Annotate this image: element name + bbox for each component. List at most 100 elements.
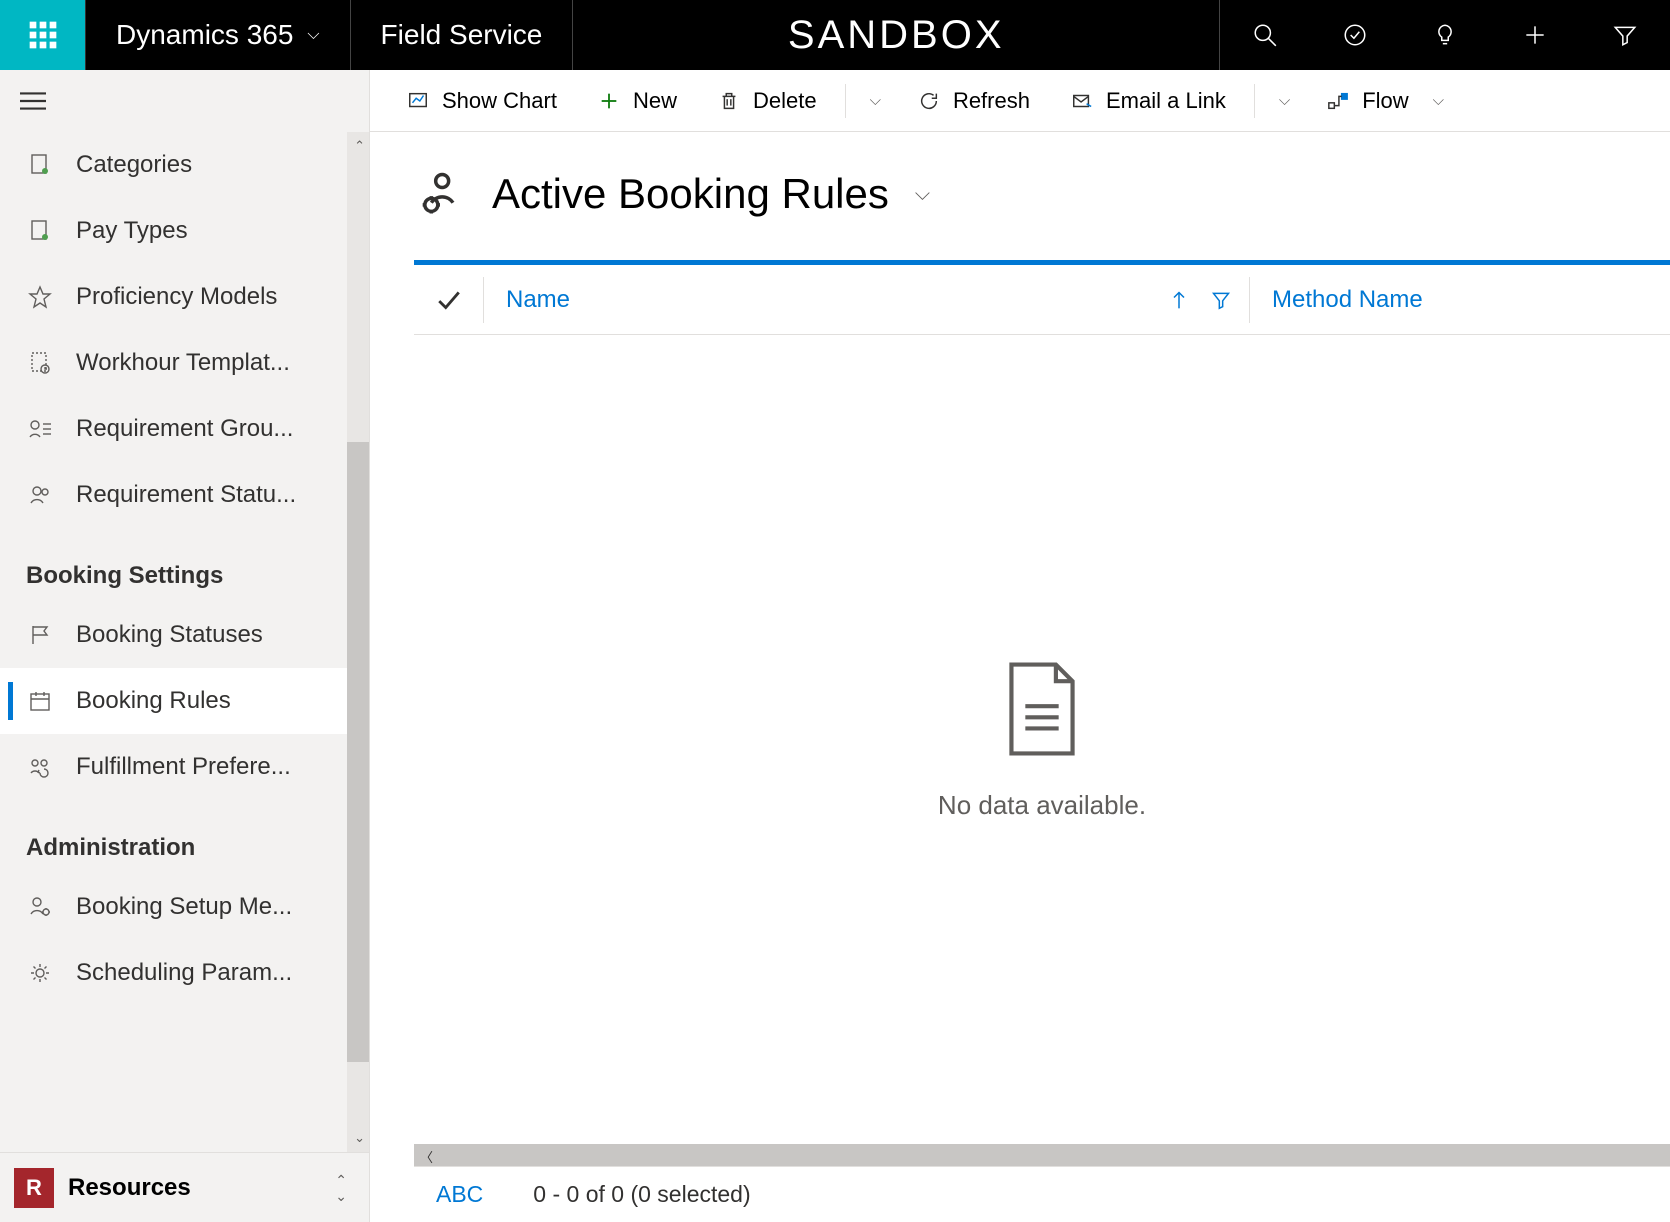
sidebar-item-label: Categories — [76, 151, 192, 179]
sidebar-item-label: Booking Rules — [76, 687, 231, 715]
command-bar: Show Chart New Delete ⌵ Refresh Email a … — [370, 70, 1670, 132]
grid-header-row: Name Method Name — [414, 265, 1670, 335]
email-link-dropdown[interactable]: ⌵ — [1267, 92, 1302, 109]
environment-label: SANDBOX — [573, 0, 1220, 70]
help-button[interactable] — [1400, 0, 1490, 70]
doc-person-icon — [26, 151, 54, 179]
record-count: 0 - 0 of 0 (0 selected) — [533, 1181, 750, 1208]
area-label: Resources — [68, 1174, 321, 1202]
content-area: Show Chart New Delete ⌵ Refresh Email a … — [370, 70, 1670, 1222]
flow-icon — [1326, 89, 1350, 113]
top-navbar: Dynamics 365 ⌵ Field Service SANDBOX — [0, 0, 1670, 70]
calendar-icon — [26, 687, 54, 715]
show-chart-button[interactable]: Show Chart — [390, 82, 573, 120]
sidebar-item-label: Requirement Statu... — [76, 481, 296, 509]
plus-icon — [597, 89, 621, 113]
email-icon — [1070, 89, 1094, 113]
nav-scroll: Categories Pay Types Proficiency Models … — [0, 132, 369, 1152]
sidebar-item-label: Workhour Templat... — [76, 349, 290, 377]
sidebar-item-label: Pay Types — [76, 217, 188, 245]
alpha-filter[interactable]: ABC — [436, 1181, 483, 1208]
grid-body: No data available. — [414, 335, 1670, 1144]
sidebar: Categories Pay Types Proficiency Models … — [0, 70, 370, 1222]
lightbulb-icon — [1432, 22, 1458, 48]
chart-icon — [406, 89, 430, 113]
select-all-checkbox[interactable] — [414, 277, 484, 323]
area-switcher[interactable]: R Resources ⌃⌄ — [0, 1152, 369, 1222]
sidebar-item-workhour-templates[interactable]: Workhour Templat... — [0, 330, 369, 396]
top-icon-bar — [1220, 0, 1670, 70]
new-button[interactable]: New — [581, 82, 693, 120]
sidebar-item-label: Requirement Grou... — [76, 415, 293, 443]
sidebar-scrollbar[interactable]: ⌃ ⌄ — [347, 132, 369, 1152]
grid-footer: ABC 0 - 0 of 0 (0 selected) — [414, 1166, 1670, 1222]
empty-document-icon — [997, 659, 1087, 764]
chevron-down-icon: ⌵ — [1421, 92, 1456, 109]
plus-icon — [1522, 22, 1548, 48]
area-arrows-icon: ⌃⌄ — [335, 1173, 347, 1203]
hamburger-icon — [20, 91, 46, 111]
sidebar-item-requirement-statuses[interactable]: Requirement Statu... — [0, 462, 369, 528]
chevron-down-icon: ⌵ — [307, 26, 319, 44]
delete-button[interactable]: Delete — [701, 82, 833, 120]
app-name-label: Dynamics 365 — [116, 19, 293, 51]
people-sync-icon — [26, 753, 54, 781]
column-header-method-name[interactable]: Method Name — [1250, 286, 1670, 314]
sidebar-item-proficiency-models[interactable]: Proficiency Models — [0, 264, 369, 330]
chevron-down-icon[interactable]: ⌵ — [915, 183, 930, 206]
filter-icon — [1612, 22, 1638, 48]
data-grid: Name Method Name No data available. 〈 — [414, 260, 1670, 1222]
search-button[interactable] — [1220, 0, 1310, 70]
sidebar-item-label: Booking Setup Me... — [76, 893, 292, 921]
nav-group-administration: Administration — [0, 800, 369, 874]
sidebar-item-pay-types[interactable]: Pay Types — [0, 198, 369, 264]
column-sort-controls — [1169, 277, 1250, 323]
checkmark-icon — [436, 289, 462, 311]
gear-icon — [26, 959, 54, 987]
task-check-icon — [1342, 22, 1368, 48]
sidebar-item-booking-rules[interactable]: Booking Rules — [0, 668, 369, 734]
area-badge: R — [14, 1168, 54, 1208]
flag-icon — [26, 621, 54, 649]
refresh-icon — [917, 89, 941, 113]
sidebar-item-fulfillment-preferences[interactable]: Fulfillment Prefere... — [0, 734, 369, 800]
sidebar-item-label: Scheduling Param... — [76, 959, 292, 987]
flow-button[interactable]: Flow ⌵ — [1310, 82, 1472, 120]
sidebar-item-booking-statuses[interactable]: Booking Statuses — [0, 602, 369, 668]
module-name[interactable]: Field Service — [351, 0, 574, 70]
view-header: Active Booking Rules ⌵ — [370, 132, 1670, 260]
add-button[interactable] — [1490, 0, 1580, 70]
sidebar-item-label: Proficiency Models — [76, 283, 277, 311]
trash-icon — [717, 89, 741, 113]
sidebar-item-booking-setup-metadata[interactable]: Booking Setup Me... — [0, 874, 369, 940]
search-icon — [1252, 22, 1278, 48]
view-title[interactable]: Active Booking Rules — [492, 170, 889, 218]
scroll-arrow-up-icon: ⌃ — [354, 138, 365, 154]
scrollbar-thumb[interactable] — [347, 442, 369, 1062]
sidebar-item-scheduling-parameters[interactable]: Scheduling Param... — [0, 940, 369, 1006]
sidebar-item-label: Booking Statuses — [76, 621, 263, 649]
task-button[interactable] — [1310, 0, 1400, 70]
email-link-button[interactable]: Email a Link — [1054, 82, 1242, 120]
grid-horizontal-scrollbar[interactable]: 〈 — [414, 1144, 1670, 1166]
filter-icon[interactable] — [1211, 289, 1231, 311]
person-list-icon — [26, 415, 54, 443]
app-switcher[interactable]: Dynamics 365 ⌵ — [86, 0, 351, 70]
sort-asc-icon[interactable] — [1169, 289, 1189, 311]
scroll-arrow-down-icon: ⌄ — [354, 1130, 365, 1146]
waffle-icon — [27, 19, 59, 51]
doc-clock-icon — [26, 349, 54, 377]
people-gear-icon — [414, 168, 466, 220]
sidebar-item-requirement-groups[interactable]: Requirement Grou... — [0, 396, 369, 462]
sidebar-item-categories[interactable]: Categories — [0, 132, 369, 198]
main-layout: Categories Pay Types Proficiency Models … — [0, 70, 1670, 1222]
delete-dropdown[interactable]: ⌵ — [858, 92, 893, 109]
sidebar-collapse-button[interactable] — [0, 70, 369, 132]
column-header-name[interactable]: Name — [484, 286, 1169, 314]
nav-group-booking-settings: Booking Settings — [0, 528, 369, 602]
filter-button[interactable] — [1580, 0, 1670, 70]
app-launcher-button[interactable] — [0, 0, 86, 70]
people-gear-icon — [26, 893, 54, 921]
refresh-button[interactable]: Refresh — [901, 82, 1046, 120]
sidebar-item-label: Fulfillment Prefere... — [76, 753, 291, 781]
